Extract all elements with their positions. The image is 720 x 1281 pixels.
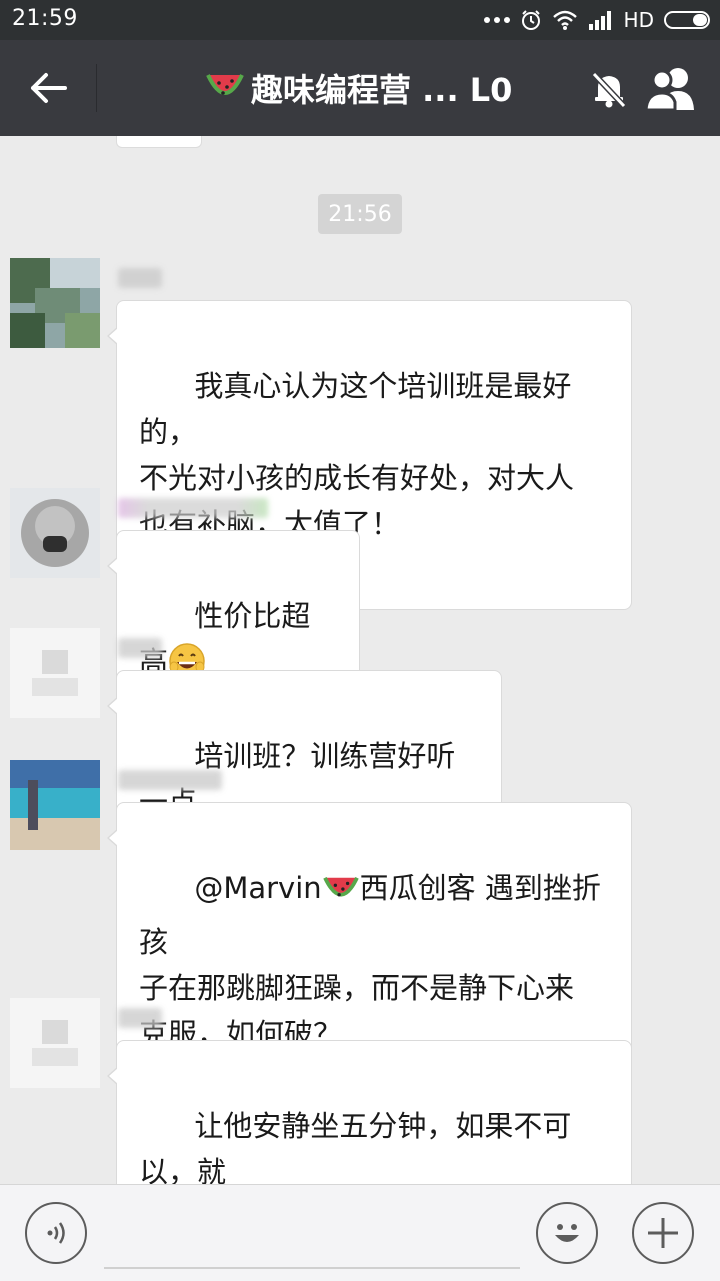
wifi-icon [552,10,577,30]
network-label: HD [623,8,654,32]
status-icons: HD [483,7,710,33]
status-time: 21:59 [12,6,78,31]
message-text: 性价比超高 [139,599,311,679]
avatar[interactable] [10,998,100,1088]
message-bubble[interactable]: 让他安静坐五分钟，如果不可以，就 取消....（他最爱的） [107,1040,632,1184]
alarm-icon [521,10,540,30]
sender-name-blurred [118,498,268,518]
chat-title-text: 趣味编程营 ... L0 [251,71,513,109]
group-members-icon [644,68,694,112]
sender-name-blurred [118,638,162,658]
chat-messages[interactable]: 21:56 我真心认为这个培训班是最好的， 不光对小孩的成长有好处，对大人 也有… [0,136,720,1184]
sender-name-blurred [118,268,162,288]
back-button[interactable] [14,60,84,116]
message-text: 让他安静坐五分钟，如果不可以，就 取消....（他最爱的） [139,1109,572,1184]
chat-header: 趣味编程营 ... L0 [0,40,720,136]
sender-name-blurred [118,1008,162,1028]
group-members-button[interactable] [642,64,702,114]
message-input[interactable] [104,1205,520,1269]
bell-muted-icon [591,71,627,109]
partial-message-bubble [116,136,202,148]
more-dots-icon [483,17,510,23]
avatar[interactable] [10,258,100,348]
voice-button[interactable] [25,1202,87,1264]
battery-icon [664,11,710,29]
input-bar [0,1184,720,1281]
mention-text: @Marvin [194,871,322,905]
smiley-icon [555,1224,579,1242]
avatar[interactable] [10,760,100,850]
avatar[interactable] [10,488,100,578]
emoji-button[interactable] [536,1202,598,1264]
voice-icon [47,1222,65,1244]
sender-name-blurred [118,770,222,790]
header-divider [96,64,97,112]
watermelon-emoji [322,873,360,919]
more-button[interactable] [632,1202,694,1264]
chat-timestamp: 21:56 [318,194,402,234]
chat-title[interactable]: 趣味编程营 ... L0 [205,68,513,109]
plus-icon [648,1218,678,1248]
signal-icon [588,11,611,30]
avatar[interactable] [10,628,100,718]
arrow-left-icon [31,73,67,103]
status-bar: 21:59 HD [0,0,720,40]
watermelon-emoji [205,71,245,105]
mute-button[interactable] [586,66,632,112]
